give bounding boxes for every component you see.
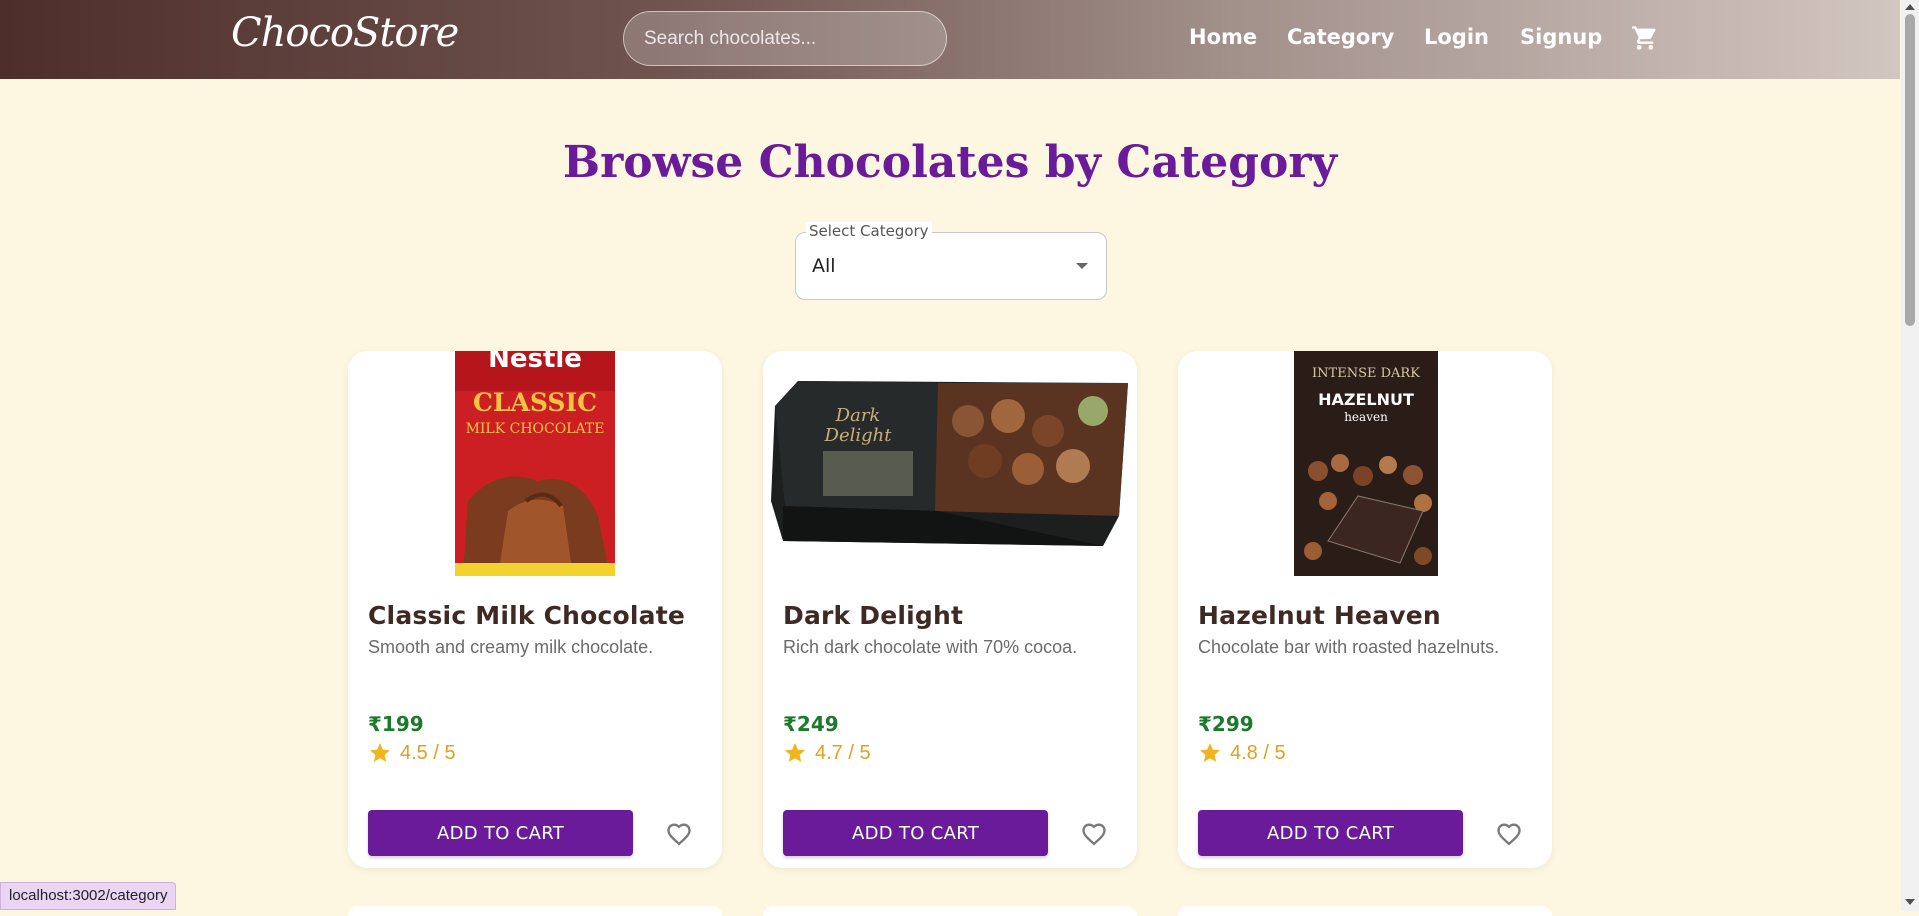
heart-icon[interactable] bbox=[1495, 820, 1523, 848]
search-input[interactable] bbox=[623, 11, 947, 66]
star-icon bbox=[1200, 743, 1220, 762]
image-text-line1: Dark bbox=[835, 405, 881, 426]
nav-link-category[interactable]: Category bbox=[1287, 25, 1394, 49]
nav-link-login[interactable]: Login bbox=[1424, 25, 1489, 49]
nav-link-home[interactable]: Home bbox=[1189, 25, 1257, 49]
product-title: Dark Delight bbox=[783, 601, 964, 630]
vertical-scrollbar[interactable] bbox=[1901, 0, 1919, 911]
navbar: ChocoStore Home Category Login Signup bbox=[0, 0, 1900, 79]
product-price: ₹199 bbox=[368, 712, 424, 736]
product-description: Chocolate bar with roasted hazelnuts. bbox=[1198, 637, 1500, 657]
product-description: Smooth and creamy milk chocolate. bbox=[368, 637, 654, 657]
product-card: Nestlé CLASSIC MILK CHOCOLATE Classic Mi… bbox=[348, 351, 722, 868]
image-text-line1: CLASSIC bbox=[473, 388, 597, 417]
category-select[interactable]: Select Category All bbox=[795, 222, 1107, 300]
product-price: ₹299 bbox=[1198, 712, 1254, 736]
image-text-line2: Delight bbox=[824, 425, 893, 446]
add-to-cart-button[interactable]: ADD TO CART bbox=[368, 810, 633, 856]
brand-text: Nestlé bbox=[488, 351, 582, 374]
select-label: Select Category bbox=[806, 222, 932, 240]
product-description: Rich dark chocolate with 70% cocoa. bbox=[783, 637, 1078, 657]
page-title: Browse Chocolates by Category bbox=[562, 137, 1338, 188]
product-title: Classic Milk Chocolate bbox=[368, 601, 686, 630]
caret-down-icon bbox=[1076, 263, 1088, 269]
image-text-line2: MILK CHOCOLATE bbox=[466, 421, 605, 437]
scroll-up-icon[interactable] bbox=[1905, 4, 1915, 10]
next-row-card bbox=[763, 906, 1137, 916]
product-title: Hazelnut Heaven bbox=[1198, 601, 1441, 630]
rating-value: 4.5 / 5 bbox=[400, 741, 456, 764]
next-row-card bbox=[348, 906, 722, 916]
nav-link-signup[interactable]: Signup bbox=[1520, 25, 1602, 49]
select-value: All bbox=[812, 255, 836, 277]
next-row-card bbox=[1178, 906, 1552, 916]
rating-value: 4.8 / 5 bbox=[1230, 741, 1286, 764]
image-text-line3: heaven bbox=[1344, 410, 1388, 424]
product-card: INTENSE DARK HAZELNUT heaven Hazelnut He… bbox=[1178, 351, 1552, 868]
heart-icon[interactable] bbox=[1080, 820, 1108, 848]
star-icon bbox=[370, 743, 390, 762]
product-rating: 4.8 / 5 bbox=[1198, 741, 1286, 765]
product-rating: 4.5 / 5 bbox=[368, 741, 456, 765]
logo[interactable]: ChocoStore bbox=[231, 10, 459, 56]
star-icon bbox=[785, 743, 805, 762]
image-text-line1: INTENSE DARK bbox=[1312, 366, 1420, 381]
status-bar-url: localhost:3002/category bbox=[0, 882, 177, 910]
heart-icon[interactable] bbox=[665, 820, 693, 848]
product-rating: 4.7 / 5 bbox=[783, 741, 871, 765]
image-text-line2: HAZELNUT bbox=[1318, 390, 1414, 409]
scrollbar-thumb[interactable] bbox=[1905, 14, 1915, 326]
product-image-dark-delight: Dark Delight bbox=[763, 351, 1137, 576]
rating-value: 4.7 / 5 bbox=[815, 741, 871, 764]
product-image-classic-milk: Nestlé CLASSIC MILK CHOCOLATE bbox=[348, 351, 722, 576]
shopping-cart-icon[interactable] bbox=[1631, 24, 1659, 52]
product-price: ₹249 bbox=[783, 712, 839, 736]
product-card: Dark Delight Dark Delight Rich dark choc… bbox=[763, 351, 1137, 868]
add-to-cart-button[interactable]: ADD TO CART bbox=[783, 810, 1048, 856]
product-image-hazelnut-heaven: INTENSE DARK HAZELNUT heaven bbox=[1178, 351, 1552, 576]
scroll-down-icon[interactable] bbox=[1905, 899, 1915, 905]
add-to-cart-button[interactable]: ADD TO CART bbox=[1198, 810, 1463, 856]
